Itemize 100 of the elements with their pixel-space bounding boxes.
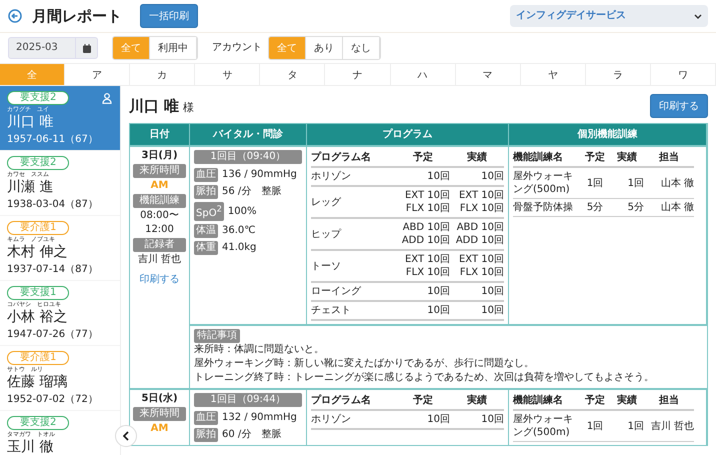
program-actual: ABD 10回	[456, 221, 504, 234]
program-plan: 10回	[426, 413, 450, 426]
facility-select[interactable]: インフィグデイサービス	[510, 5, 708, 27]
patient-name: 玉川 徹	[7, 439, 54, 455]
program-name: ホリゾン	[311, 413, 352, 426]
patient-name: 小林 裕之	[7, 309, 68, 326]
visit-time-label: 来所時間	[133, 407, 186, 421]
date-label: 3日(月)	[141, 150, 178, 162]
recorder-label: 記録者	[133, 238, 186, 252]
training-plan: 1回	[586, 176, 604, 190]
vital-value: 100%	[228, 206, 256, 218]
training-label: 機能訓練	[133, 194, 186, 208]
vital-value: 132 / 90mmHg	[222, 412, 297, 424]
program-actual: 10回	[480, 170, 504, 183]
patient-name: 川瀬 進	[7, 179, 54, 196]
program-header: プログラム名	[311, 395, 372, 407]
program-actual: ADD 10回	[454, 234, 504, 247]
vital-label: SpO$^{2}$	[194, 202, 224, 222]
calendar-icon[interactable]	[82, 44, 90, 52]
program-plan: EXT 10回	[404, 189, 450, 202]
training-name: 屋外ウォーキング(500m)	[513, 170, 574, 196]
program-actual: EXT 10回	[458, 189, 504, 202]
program-header: 実績	[466, 395, 488, 407]
care-level-badge: 要支援2	[7, 416, 70, 430]
training-header: 担当	[658, 152, 680, 164]
program-header: 実績	[466, 152, 488, 164]
column-header: 日付	[130, 124, 190, 145]
training-header: 担当	[658, 395, 680, 407]
program-name: ホリゾン	[311, 170, 352, 183]
program-actual: 10回	[480, 413, 504, 426]
vital-value: 60 /分 整脈	[222, 429, 282, 441]
birth-date: 1937-07-14（87）	[7, 264, 98, 276]
bulk-print-button[interactable]: 一括印刷	[140, 4, 198, 28]
print-button[interactable]: 印刷する	[650, 94, 708, 118]
vital-label: 体重	[194, 241, 218, 256]
vital-value: 56 /分 整脈	[222, 186, 282, 198]
note-text: 来所時：体調に問題ないと。	[194, 343, 324, 357]
birth-date: 1952-07-02（72）	[7, 394, 98, 406]
program-actual: 10回	[480, 285, 504, 298]
program-plan: ABD 10回	[402, 221, 450, 234]
care-level-badge: 要介護1	[7, 351, 70, 365]
training-staff: 吉川 哲也	[650, 420, 694, 432]
training-staff: 山本 徹	[660, 201, 694, 214]
training-name: 骨盤予防体操	[513, 201, 574, 214]
program-actual: FLX 10回	[458, 266, 504, 279]
patient-name: 川口 唯	[7, 114, 54, 131]
back-icon[interactable]	[8, 9, 22, 23]
birth-date: 1947-07-26（77）	[7, 329, 98, 341]
program-name: ヒップ	[311, 228, 342, 240]
program-plan: FLX 10回	[404, 266, 450, 279]
care-level-badge: 要介護1	[7, 221, 70, 235]
training-header: 実績	[616, 152, 638, 164]
program-plan: FLX 10回	[404, 202, 450, 215]
column-header: 個別機能訓練	[509, 124, 707, 145]
note-text: トレーニング終了時：トレーニングが楽に感じるようであるため、次回は負荷を増やしてもよさそう。	[194, 371, 654, 385]
program-header: 予定	[412, 152, 434, 164]
patient-name: 木村 伸之	[7, 244, 68, 261]
training-header: 実績	[616, 395, 638, 407]
vital-label: 脈拍	[194, 428, 218, 442]
care-level-badge: 要支援2	[7, 91, 70, 105]
print-link[interactable]: 印刷する	[140, 274, 180, 286]
program-plan: 10回	[426, 285, 450, 298]
visit-time-label: 来所時間	[133, 164, 186, 178]
program-plan: 10回	[426, 170, 450, 183]
program-plan: ADD 10回	[400, 234, 450, 247]
patient-name: 佐藤 瑠璃	[7, 374, 68, 391]
chevron-down-icon	[694, 14, 702, 18]
program-plan: EXT 10回	[404, 253, 450, 266]
notes-label: 特記事項	[194, 329, 240, 343]
program-actual: 10回	[480, 304, 504, 317]
vital-label: 血圧	[194, 411, 218, 425]
program-actual: EXT 10回	[458, 253, 504, 266]
vital-value: 36.0℃	[222, 225, 256, 238]
training-header: 予定	[584, 395, 606, 407]
column-header: バイタル・問診	[190, 124, 307, 145]
session-label: 1回目（09:44）	[194, 393, 302, 407]
training-actual: 1回	[626, 176, 644, 190]
chevron-left-icon	[123, 431, 129, 441]
program-plan: 10回	[426, 304, 450, 317]
training-plan: 1回	[586, 420, 604, 432]
program-name: レッグ	[311, 196, 342, 208]
vital-value: 136 / 90mmHg	[222, 169, 297, 181]
visit-time-value: AM	[150, 423, 168, 435]
training-header: 予定	[584, 152, 606, 164]
vital-value: 41.0kg	[222, 242, 256, 254]
note-text: 屋外ウォーキング時：新しい靴に変えたばかりであるが、歩行に問題なし。	[194, 357, 534, 371]
visit-time-value: AM	[150, 180, 168, 192]
program-name: トーソ	[311, 260, 342, 272]
session-label: 1回目（09:40）	[194, 150, 302, 164]
program-header: プログラム名	[311, 152, 372, 164]
month-field[interactable]: 2025-03	[8, 37, 98, 59]
training-name: 屋外ウォーキング(500m)	[513, 413, 574, 439]
time-from: 08:00〜	[140, 210, 179, 222]
care-level-badge: 要支援2	[7, 156, 70, 170]
person-icon	[102, 93, 112, 104]
vital-label: 体温	[194, 224, 218, 238]
training-header: 機能訓練名	[513, 152, 564, 164]
time-to: 12:00	[145, 224, 174, 236]
vital-label: 脈拍	[194, 185, 218, 199]
vital-label: 血圧	[194, 168, 218, 182]
